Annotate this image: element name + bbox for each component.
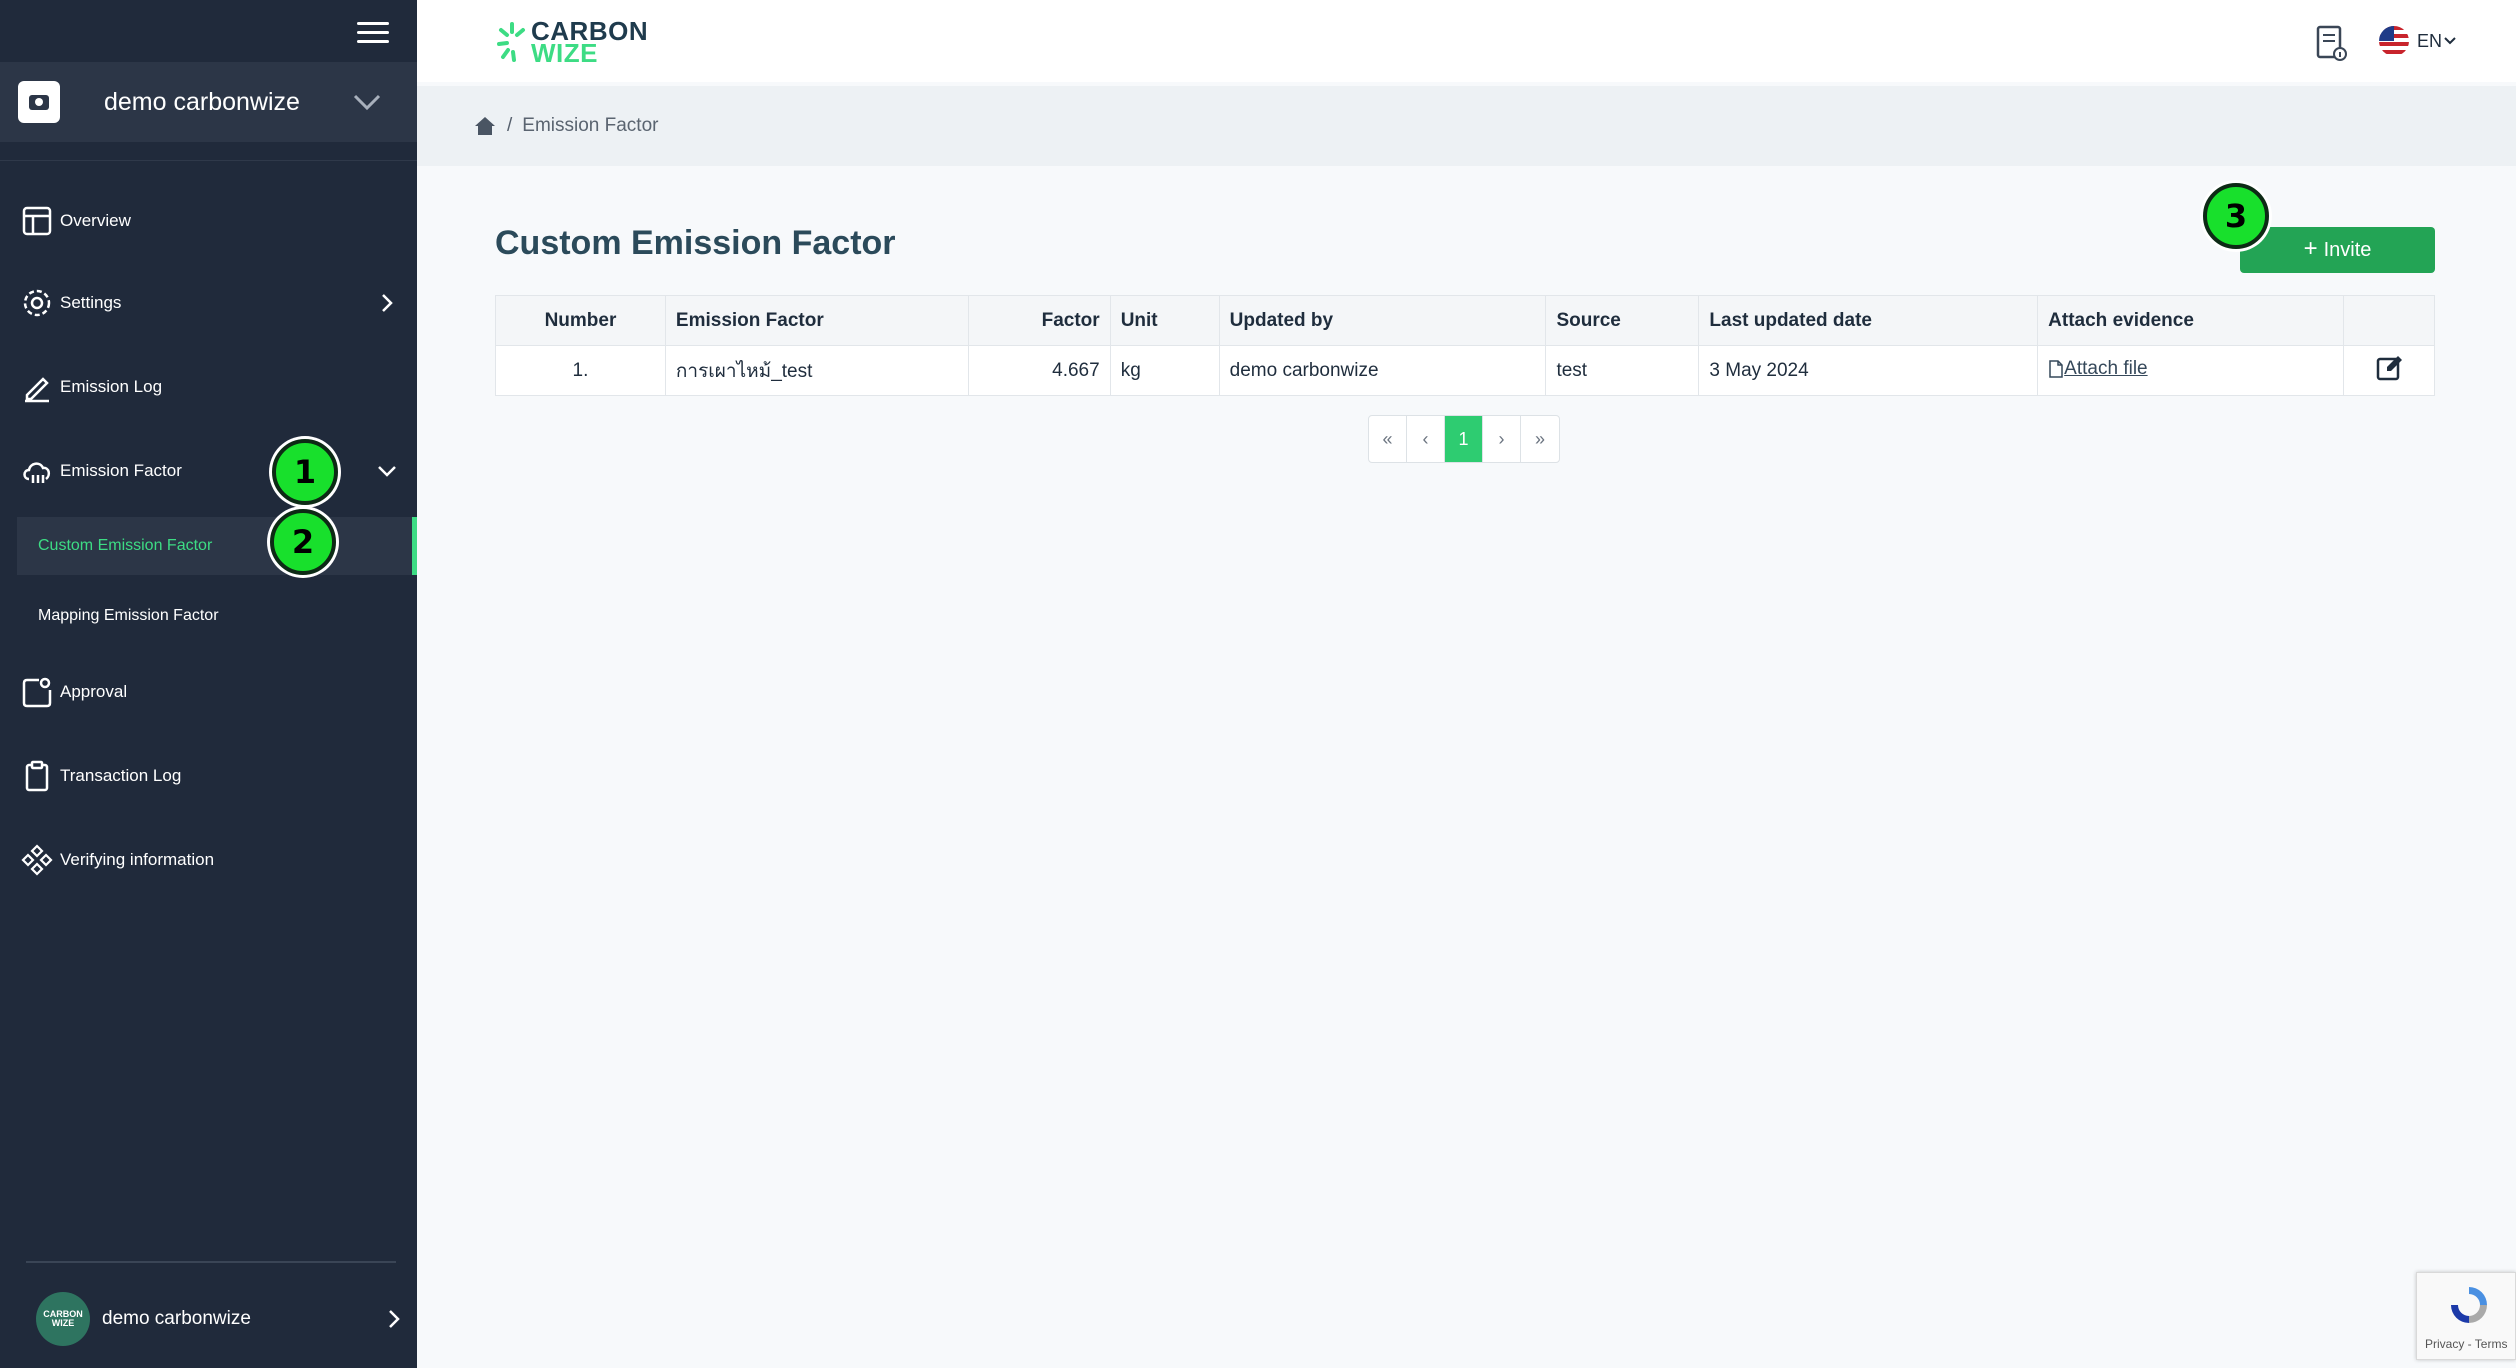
chevron-right-icon — [382, 294, 393, 312]
sidebar-subitem-custom-emission-factor[interactable]: Custom Emission Factor — [17, 517, 417, 575]
sidebar-item-approval[interactable]: Approval — [0, 662, 417, 722]
table-row: 1. การเผาไหม้_test 4.667 kg demo carbonw… — [495, 345, 2436, 396]
chevron-down-icon — [378, 466, 396, 477]
column-header-unit: Unit — [1109, 295, 1220, 346]
file-icon — [2049, 359, 2063, 378]
sidebar-item-label: Emission Log — [60, 377, 163, 396]
cell-factor: 4.667 — [967, 345, 1111, 396]
pagination-next[interactable]: › — [1483, 416, 1521, 462]
top-bar: CARBON WIZE EN — [417, 0, 2516, 82]
recaptcha-terms[interactable]: Privacy - Terms — [2425, 1337, 2507, 1351]
column-header-updated-by: Updated by — [1218, 295, 1547, 346]
table-header-row: Number Emission Factor Factor Unit Updat… — [495, 295, 2436, 346]
sidebar-item-emission-log[interactable]: Emission Log — [0, 357, 417, 417]
chevron-down-icon — [353, 94, 381, 111]
sidebar-item-verifying-information[interactable]: Verifying information — [0, 830, 417, 890]
sidebar-item-label: Emission Factor — [60, 461, 182, 480]
hamburger-menu-icon[interactable] — [357, 22, 389, 46]
cell-last-updated: 3 May 2024 — [1698, 345, 2039, 396]
column-header-attach-evidence: Attach evidence — [2037, 295, 2344, 346]
diamonds-icon — [20, 843, 54, 877]
language-selector[interactable]: EN — [2379, 26, 2458, 56]
pagination: « ‹ 1 › » — [1368, 415, 1560, 463]
cell-actions — [2342, 345, 2436, 396]
avatar: CARBON WIZE — [36, 1292, 90, 1346]
sidebar-item-settings[interactable]: Settings — [0, 273, 417, 333]
divider — [0, 160, 417, 161]
sidebar-subitem-label: Custom Emission Factor — [38, 537, 213, 554]
column-header-last-updated-date: Last updated date — [1698, 295, 2039, 346]
home-icon[interactable] — [473, 114, 497, 138]
cell-emission-factor: การเผาไหม้_test — [664, 345, 969, 396]
chevron-right-icon — [389, 1310, 400, 1328]
user-name: demo carbonwize — [102, 1308, 251, 1329]
invite-button-label: Invite — [2323, 238, 2372, 261]
step-marker-1: 1 — [272, 439, 338, 505]
cell-number: 1. — [495, 345, 666, 396]
user-profile[interactable]: CARBON WIZE demo carbonwize — [36, 1292, 406, 1346]
approval-icon — [20, 675, 54, 709]
cell-updated-by: demo carbonwize — [1218, 345, 1547, 396]
organization-switcher[interactable]: demo carbonwize — [0, 62, 417, 142]
sidebar: demo carbonwize Overview Settings Emissi… — [0, 0, 417, 1368]
sidebar-subitem-mapping-emission-factor[interactable]: Mapping Emission Factor — [17, 587, 417, 645]
attach-file-label: Attach file — [2064, 357, 2148, 379]
column-header-actions — [2342, 295, 2436, 346]
sidebar-item-transaction-log[interactable]: Transaction Log — [0, 746, 417, 806]
sidebar-item-label: Overview — [60, 211, 131, 230]
sidebar-item-label: Settings — [60, 293, 122, 312]
column-header-emission-factor: Emission Factor — [664, 295, 969, 346]
sidebar-subitem-label: Mapping Emission Factor — [38, 607, 219, 624]
camera-icon — [18, 81, 60, 123]
cell-source: test — [1545, 345, 1700, 396]
cloud-icon — [20, 454, 54, 488]
clipboard-icon — [20, 759, 54, 793]
logo-burst-icon — [497, 22, 525, 62]
breadcrumb-current: Emission Factor — [522, 115, 659, 136]
document-info-icon[interactable] — [2313, 24, 2349, 62]
invite-button[interactable]: + Invite — [2240, 227, 2435, 273]
column-header-source: Source — [1545, 295, 1700, 346]
sidebar-item-emission-factor[interactable]: Emission Factor — [0, 441, 417, 501]
pencil-icon — [20, 370, 54, 404]
edit-icon[interactable] — [2375, 354, 2403, 382]
us-flag-icon — [2379, 26, 2409, 56]
pagination-first[interactable]: « — [1369, 416, 1407, 462]
carbonwize-logo[interactable]: CARBON WIZE — [497, 18, 648, 66]
column-header-factor: Factor — [967, 295, 1111, 346]
sidebar-item-overview[interactable]: Overview — [0, 191, 417, 251]
recaptcha-icon — [2451, 1287, 2487, 1323]
recaptcha-badge[interactable]: Privacy - Terms — [2416, 1272, 2516, 1360]
page-title: Custom Emission Factor — [495, 224, 896, 262]
breadcrumb-separator: / — [507, 115, 513, 136]
sidebar-item-label: Approval — [60, 682, 128, 701]
step-marker-3: 3 — [2203, 183, 2269, 249]
layout-icon — [20, 204, 54, 238]
attach-file-link[interactable]: Attach file — [2048, 357, 2148, 380]
breadcrumb: / Emission Factor — [417, 86, 2516, 166]
sidebar-item-label: Transaction Log — [60, 766, 182, 785]
plus-icon: + — [2303, 235, 2318, 262]
cell-attach-evidence: Attach file — [2037, 345, 2344, 396]
emission-factor-table: Number Emission Factor Factor Unit Updat… — [495, 295, 2436, 396]
language-code: EN — [2417, 30, 2443, 51]
step-marker-2: 2 — [270, 509, 336, 575]
pagination-page-current[interactable]: 1 — [1445, 416, 1483, 462]
gear-icon — [20, 286, 54, 320]
sidebar-item-label: Verifying information — [60, 850, 215, 869]
pagination-last[interactable]: » — [1521, 416, 1559, 462]
chevron-down-icon — [2444, 37, 2456, 45]
cell-unit: kg — [1109, 345, 1220, 396]
pagination-prev[interactable]: ‹ — [1407, 416, 1445, 462]
divider — [26, 1261, 396, 1263]
organization-name: demo carbonwize — [104, 87, 300, 116]
column-header-number: Number — [495, 295, 666, 346]
